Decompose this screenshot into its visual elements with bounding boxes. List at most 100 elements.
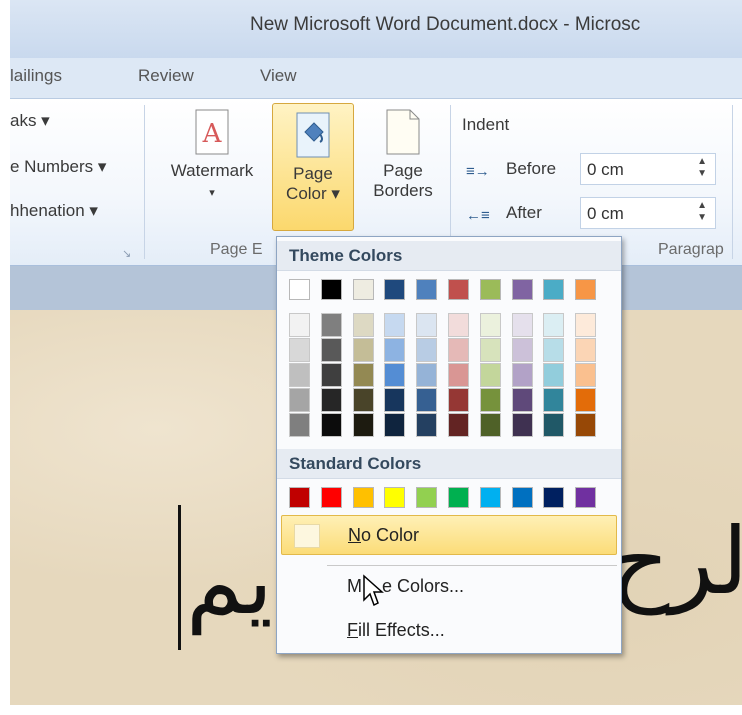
indent-after-icon: ←≡: [466, 207, 490, 224]
line-numbers-button[interactable]: e Numbers ▾: [10, 157, 106, 177]
standard-color-swatch[interactable]: [384, 487, 406, 508]
standard-color-swatch[interactable]: [448, 487, 469, 508]
theme-shade-swatch[interactable]: [384, 338, 406, 362]
theme-shade-swatch[interactable]: [448, 413, 469, 437]
watermark-arrow: ▾: [209, 187, 215, 199]
theme-shade-swatch[interactable]: [511, 388, 533, 412]
hyphenation-button[interactable]: hhenation ▾: [10, 201, 98, 221]
theme-shade-swatch[interactable]: [543, 413, 565, 437]
theme-shade-swatch[interactable]: [320, 363, 342, 387]
theme-shade-swatch[interactable]: [320, 313, 342, 337]
page-borders-button[interactable]: Page Borders: [362, 109, 444, 201]
theme-shade-swatch[interactable]: [416, 363, 438, 387]
theme-color-swatch[interactable]: [511, 279, 533, 300]
fill-effects-label: Fill Effects...: [347, 620, 445, 640]
breaks-button[interactable]: aks ▾: [10, 111, 50, 131]
standard-color-swatch[interactable]: [575, 487, 597, 508]
theme-shade-swatch[interactable]: [448, 338, 469, 362]
tab-mailings[interactable]: lailings: [10, 66, 62, 86]
theme-shade-swatch[interactable]: [511, 338, 533, 362]
theme-color-swatch[interactable]: [289, 279, 310, 300]
theme-shade-swatch[interactable]: [479, 388, 501, 412]
theme-shade-swatch[interactable]: [543, 313, 565, 337]
theme-shade-swatch[interactable]: [352, 413, 374, 437]
theme-shade-swatch[interactable]: [575, 363, 597, 387]
theme-color-swatch[interactable]: [448, 279, 469, 300]
window-title: New Microsoft Word Document.docx - Micro…: [250, 14, 641, 35]
theme-shade-swatch[interactable]: [352, 388, 374, 412]
theme-shade-swatch[interactable]: [448, 363, 469, 387]
theme-shade-swatch[interactable]: [575, 313, 597, 337]
tab-view[interactable]: View: [260, 66, 297, 86]
theme-color-swatch[interactable]: [352, 279, 374, 300]
theme-shade-swatch[interactable]: [352, 313, 374, 337]
theme-shade-swatch[interactable]: [289, 338, 310, 362]
indent-before-stepper[interactable]: 0 cm ▲ ▼: [580, 153, 716, 185]
theme-shade-swatch[interactable]: [384, 313, 406, 337]
fill-effects-option[interactable]: Fill Effects...: [281, 611, 617, 651]
theme-shade-swatch[interactable]: [511, 413, 533, 437]
theme-shade-swatch[interactable]: [352, 363, 374, 387]
page-color-button[interactable]: Page Color ▾: [272, 103, 354, 231]
standard-color-swatch[interactable]: [543, 487, 565, 508]
theme-color-swatch[interactable]: [479, 279, 501, 300]
more-colors-option[interactable]: M e Colors...: [281, 567, 617, 607]
watermark-button[interactable]: A Watermark ▾: [156, 109, 268, 203]
theme-shade-swatch[interactable]: [416, 313, 438, 337]
theme-shade-swatch[interactable]: [479, 313, 501, 337]
theme-colors-header: Theme Colors: [277, 241, 621, 271]
theme-shade-swatch[interactable]: [511, 363, 533, 387]
page-color-label-1: Page: [293, 164, 333, 183]
theme-shade-swatch[interactable]: [448, 313, 469, 337]
theme-shade-swatch[interactable]: [479, 413, 501, 437]
theme-shade-swatch[interactable]: [384, 413, 406, 437]
theme-shade-swatch[interactable]: [289, 363, 310, 387]
theme-shade-swatch[interactable]: [384, 388, 406, 412]
theme-shade-swatch[interactable]: [479, 338, 501, 362]
standard-color-swatch[interactable]: [352, 487, 374, 508]
theme-shade-swatch[interactable]: [416, 388, 438, 412]
page-color-label-2: Color ▾: [286, 184, 340, 203]
group-divider: [144, 105, 145, 259]
theme-shade-swatch[interactable]: [289, 313, 310, 337]
theme-shade-swatch[interactable]: [352, 338, 374, 362]
standard-color-swatch[interactable]: [511, 487, 533, 508]
theme-shade-swatch[interactable]: [543, 338, 565, 362]
theme-color-swatch[interactable]: [575, 279, 597, 300]
theme-shade-swatch[interactable]: [575, 413, 597, 437]
dialog-launcher-icon[interactable]: ↘: [122, 247, 131, 260]
theme-shade-swatch[interactable]: [384, 363, 406, 387]
theme-color-swatch[interactable]: [384, 279, 406, 300]
indent-after-stepper[interactable]: 0 cm ▲ ▼: [580, 197, 716, 229]
indent-title: Indent: [462, 115, 510, 134]
theme-shade-swatch[interactable]: [479, 363, 501, 387]
watermark-label: Watermark: [170, 161, 254, 180]
theme-shade-swatch[interactable]: [320, 388, 342, 412]
indent-before-icon: ≡→: [466, 163, 490, 180]
tab-review[interactable]: Review: [138, 66, 194, 86]
theme-shade-swatch[interactable]: [543, 363, 565, 387]
standard-color-swatch[interactable]: [479, 487, 501, 508]
theme-shade-swatch[interactable]: [575, 338, 597, 362]
spin-arrows-icon[interactable]: ▲ ▼: [697, 200, 707, 224]
spin-arrows-icon[interactable]: ▲ ▼: [697, 156, 707, 180]
theme-shade-swatch[interactable]: [289, 413, 310, 437]
title-bar: New Microsoft Word Document.docx - Micro…: [10, 0, 742, 58]
theme-shade-swatch[interactable]: [320, 338, 342, 362]
theme-shade-swatch[interactable]: [448, 388, 469, 412]
theme-color-swatch[interactable]: [543, 279, 565, 300]
theme-shade-swatch[interactable]: [543, 388, 565, 412]
standard-color-swatch[interactable]: [289, 487, 310, 508]
theme-shade-swatch[interactable]: [511, 313, 533, 337]
theme-shade-swatch[interactable]: [289, 388, 310, 412]
theme-shade-swatch[interactable]: [320, 413, 342, 437]
theme-shade-swatch[interactable]: [575, 388, 597, 412]
theme-shade-swatch[interactable]: [416, 338, 438, 362]
no-color-option[interactable]: No Color: [281, 515, 617, 555]
theme-color-swatch[interactable]: [416, 279, 438, 300]
theme-color-swatch[interactable]: [320, 279, 342, 300]
standard-color-swatch[interactable]: [320, 487, 342, 508]
group-divider: [732, 105, 733, 259]
theme-shade-swatch[interactable]: [416, 413, 438, 437]
standard-color-swatch[interactable]: [416, 487, 438, 508]
